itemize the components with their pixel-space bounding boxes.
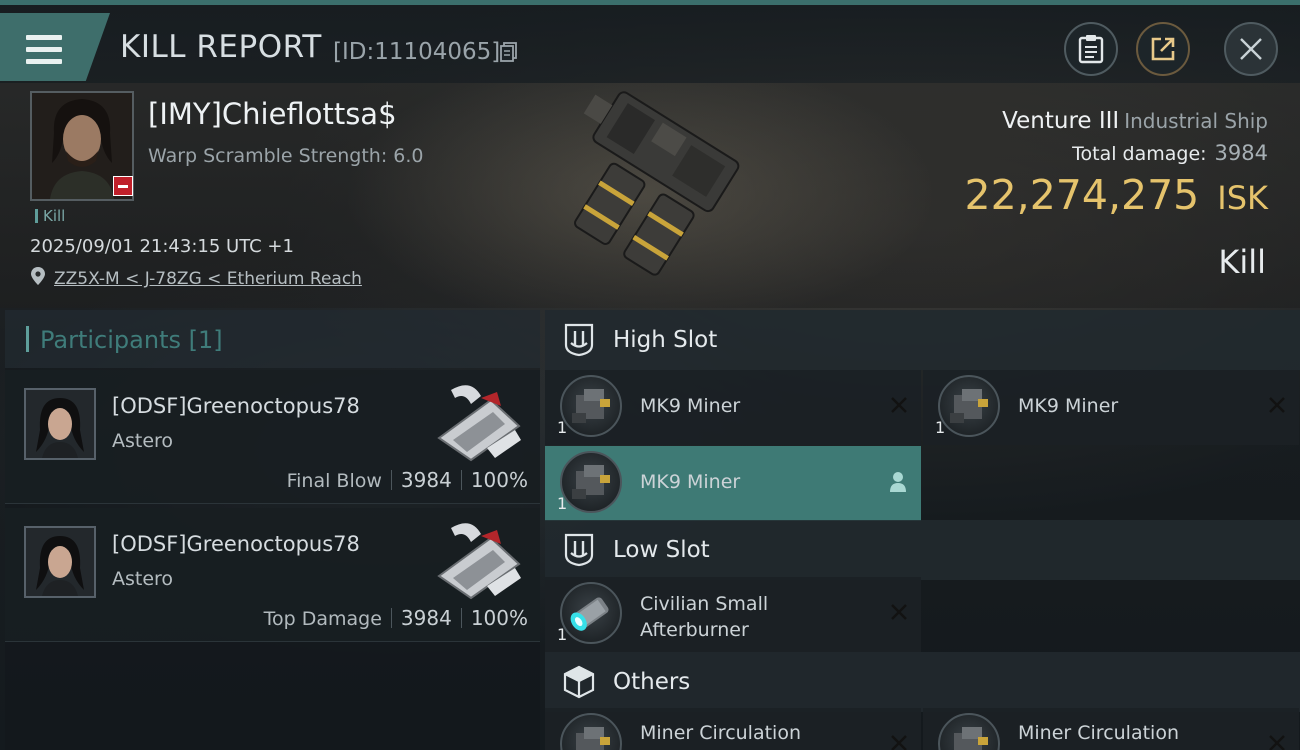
participant-type: Top Damage bbox=[263, 608, 382, 630]
module-name: MK9 Miner bbox=[1018, 395, 1119, 417]
close-icon bbox=[1240, 38, 1262, 60]
module-name: Civilian Small Afterburner bbox=[640, 593, 769, 641]
total-damage-value: 3984 bbox=[1214, 141, 1268, 165]
participant-percent: 100% bbox=[470, 606, 528, 630]
isk-currency: ISK bbox=[1217, 179, 1268, 217]
module-name: MK9 Miner bbox=[640, 471, 741, 493]
destroyed-x-icon bbox=[1269, 397, 1285, 413]
participant-name[interactable]: [ODSF]Greenoctopus78 bbox=[112, 394, 360, 418]
victim-summary: [IMY]Chieflottsa$ Warp Scramble Strength… bbox=[0, 83, 1300, 308]
module-quantity: 1 bbox=[557, 625, 568, 644]
hamburger-icon bbox=[26, 35, 62, 65]
menu-button[interactable] bbox=[0, 13, 110, 81]
person-icon bbox=[890, 472, 906, 492]
miner-circulation-icon bbox=[938, 713, 1000, 750]
destroyed-badge bbox=[113, 176, 133, 196]
kill-location-link[interactable]: ZZ5X-M < J-78ZG < Etherium Reach bbox=[54, 269, 362, 289]
victim-ship-image bbox=[574, 91, 740, 276]
participants-header: Participants [1] bbox=[5, 310, 540, 368]
participant-percent: 100% bbox=[470, 468, 528, 492]
ship-class: Industrial Ship bbox=[1124, 109, 1268, 133]
participant-avatar[interactable] bbox=[24, 526, 96, 598]
participant-ship: Astero bbox=[112, 430, 174, 452]
clipboard-button[interactable] bbox=[1064, 22, 1118, 76]
module-name: Miner Circulation bbox=[640, 722, 801, 744]
participants-panel: Participants [1] [ODSF]Greenoctopus78 As… bbox=[5, 310, 540, 750]
high-slot-icon bbox=[564, 323, 594, 357]
total-damage-label: Total damage: bbox=[1072, 143, 1207, 165]
participant-ship-image bbox=[437, 523, 521, 600]
kill-datetime: 2025/09/01 21:43:15 UTC +1 bbox=[30, 236, 294, 257]
module-quantity: 1 bbox=[557, 494, 568, 513]
module-item[interactable]: 1 MK9 Miner bbox=[923, 370, 1299, 445]
participant-card[interactable]: [ODSF]Greenoctopus78 Astero Final Blow 39… bbox=[5, 370, 540, 504]
miner-circulation-icon bbox=[560, 713, 622, 750]
module-name: Miner Circulation bbox=[1018, 722, 1179, 744]
page-title: KILL REPORT bbox=[120, 29, 322, 65]
participant-ship: Astero bbox=[112, 568, 174, 590]
low-slot-header: Low Slot bbox=[545, 520, 1300, 580]
module-item[interactable]: 1 MK9 Miner bbox=[545, 370, 921, 445]
afterburner-module-icon bbox=[560, 582, 622, 644]
module-quantity: 1 bbox=[557, 418, 568, 437]
location-pin-icon bbox=[31, 267, 45, 285]
high-slot-title: High Slot bbox=[613, 327, 718, 353]
fitting-panel: High Slot 1 MK9 Miner 1 MK9 Miner 1 MK9 … bbox=[545, 310, 1300, 750]
destroyed-x-icon bbox=[1269, 735, 1285, 750]
participant-damage: 3984 bbox=[400, 606, 452, 630]
participant-card[interactable]: [ODSF]Greenoctopus78 Astero Top Damage 39… bbox=[5, 508, 540, 642]
participant-avatar[interactable] bbox=[24, 388, 96, 460]
participants-title: Participants [1] bbox=[40, 326, 223, 354]
header-bar: KILL REPORT [ID:11104065] bbox=[0, 5, 1300, 83]
total-damage: Total damage: 3984 bbox=[1072, 141, 1268, 165]
low-slot-title: Low Slot bbox=[613, 537, 710, 563]
destroyed-x-icon bbox=[891, 604, 907, 620]
others-title: Others bbox=[613, 669, 691, 695]
share-icon bbox=[1151, 37, 1175, 61]
report-id: [ID:11104065] bbox=[333, 39, 501, 65]
module-item[interactable]: 1 Civilian Small Afterburner bbox=[545, 577, 921, 652]
kill-result: Kill bbox=[1218, 243, 1266, 281]
close-button[interactable] bbox=[1224, 22, 1278, 76]
participant-ship-image bbox=[437, 385, 521, 462]
participant-name[interactable]: [ODSF]Greenoctopus78 bbox=[112, 532, 360, 556]
others-cube-icon bbox=[563, 665, 595, 699]
share-button[interactable] bbox=[1136, 22, 1190, 76]
high-slot-header: High Slot bbox=[545, 310, 1300, 370]
module-item[interactable]: Miner Circulation bbox=[923, 708, 1299, 750]
ship-name-text[interactable]: Venture III bbox=[1002, 108, 1119, 134]
participant-damage: 3984 bbox=[400, 468, 452, 492]
module-item[interactable]: 1 MK9 Miner bbox=[545, 446, 921, 521]
isk-amount: 22,274,275 bbox=[964, 171, 1200, 219]
victim-ship-name: Venture III Industrial Ship bbox=[1002, 108, 1268, 134]
module-quantity: 1 bbox=[935, 418, 946, 437]
module-item[interactable]: Miner Circulation bbox=[545, 708, 921, 750]
destroyed-x-icon bbox=[891, 397, 907, 413]
clipboard-icon bbox=[1078, 35, 1104, 64]
warp-scramble-strength: Warp Scramble Strength: 6.0 bbox=[148, 145, 424, 167]
others-header: Others bbox=[545, 652, 1300, 712]
destroyed-x-icon bbox=[891, 735, 907, 750]
miner-module-icon bbox=[938, 375, 1000, 437]
kill-tag-label: Kill bbox=[43, 207, 66, 225]
miner-module-icon bbox=[560, 451, 622, 513]
participant-type: Final Blow bbox=[286, 470, 382, 492]
participant-stats: Final Blow 3984 100% bbox=[287, 468, 528, 492]
participant-stats: Top Damage 3984 100% bbox=[264, 606, 528, 630]
miner-module-icon bbox=[560, 375, 622, 437]
low-slot-icon bbox=[564, 533, 594, 567]
victim-name[interactable]: [IMY]Chieflottsa$ bbox=[148, 97, 397, 131]
copy-icon[interactable] bbox=[500, 42, 517, 62]
isk-value: 22,274,275 ISK bbox=[965, 171, 1268, 219]
module-name: MK9 Miner bbox=[640, 395, 741, 417]
kill-tag: Kill bbox=[35, 207, 65, 225]
